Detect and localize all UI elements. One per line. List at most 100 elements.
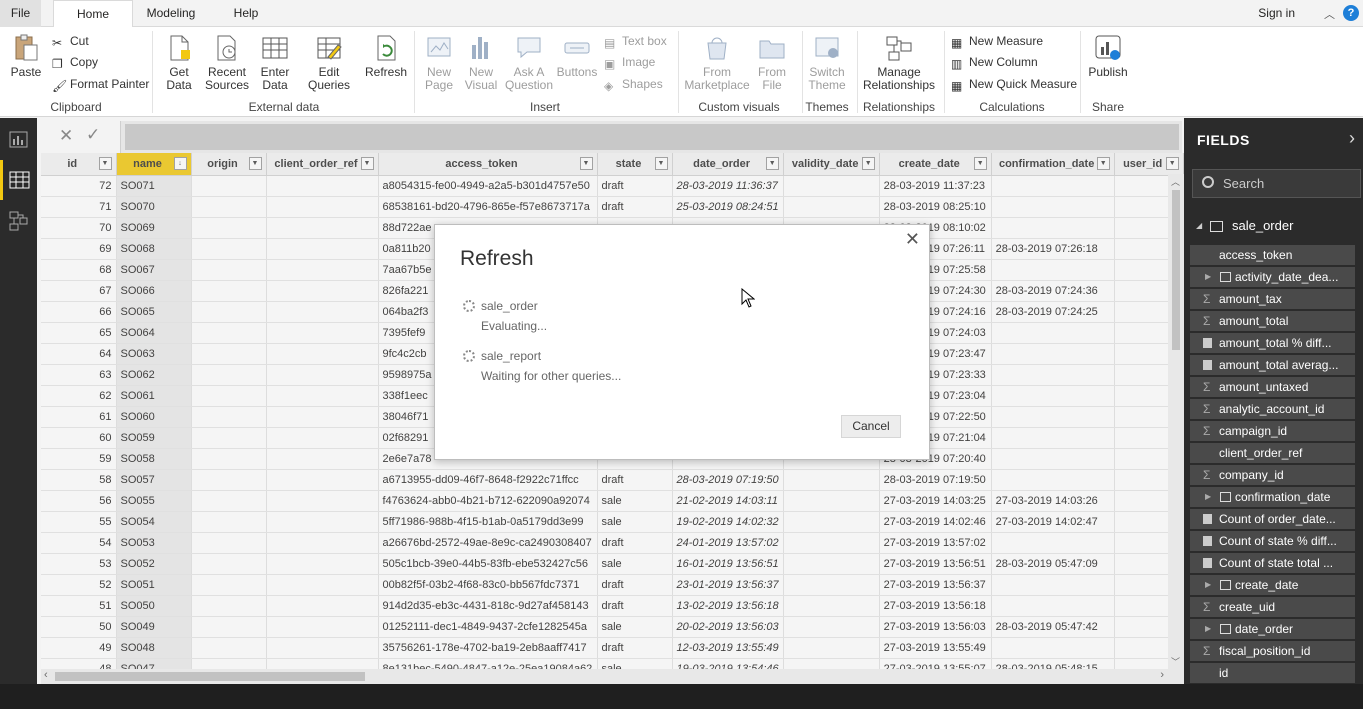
formula-input[interactable] <box>125 124 1179 150</box>
column-header[interactable]: state ▼ <box>597 153 673 176</box>
filter-dropdown-icon[interactable]: ▼ <box>360 157 374 170</box>
table-cell[interactable] <box>266 343 379 365</box>
help-icon[interactable]: ? <box>1343 5 1359 21</box>
table-cell[interactable]: 69 <box>41 238 117 260</box>
filter-dropdown-icon[interactable]: ▼ <box>861 157 875 170</box>
table-cell[interactable] <box>191 238 267 260</box>
field-item[interactable]: ▶ date_order <box>1190 619 1355 639</box>
horizontal-scrollbar[interactable]: ‹ › <box>41 669 1184 684</box>
table-cell[interactable] <box>991 595 1115 617</box>
field-item[interactable]: client_order_ref <box>1190 443 1355 463</box>
new-quick-measure-button[interactable]: ▦ New Quick Measure <box>951 77 1077 93</box>
field-item[interactable]: Count of state % diff... <box>1190 531 1355 551</box>
table-cell[interactable]: draft <box>597 196 673 218</box>
table-cell[interactable]: SO060 <box>116 406 192 428</box>
table-cell[interactable]: 28-03-2019 08:25:10 <box>879 196 992 218</box>
table-cell[interactable]: 35756261-178e-4702-ba19-2eb8aaff7417 <box>378 637 598 659</box>
get-data-button[interactable]: Get Data <box>160 33 198 92</box>
scroll-right-icon[interactable]: › <box>1160 669 1164 681</box>
table-cell[interactable] <box>191 553 267 575</box>
table-cell[interactable] <box>783 490 880 512</box>
table-cell[interactable] <box>266 448 379 470</box>
table-cell[interactable] <box>783 469 880 491</box>
table-cell[interactable]: SO069 <box>116 217 192 239</box>
column-header[interactable]: access_token ▼ <box>378 153 598 176</box>
table-cell[interactable] <box>191 532 267 554</box>
table-cell[interactable] <box>191 595 267 617</box>
field-item[interactable]: amount_total averag... <box>1190 355 1355 375</box>
field-item[interactable]: Σcompany_id <box>1190 465 1355 485</box>
table-cell[interactable]: SO071 <box>116 175 192 197</box>
from-marketplace-button[interactable]: From Marketplace <box>684 33 750 92</box>
expand-chevron-icon[interactable]: ▶ <box>1205 619 1211 639</box>
table-cell[interactable] <box>991 427 1115 449</box>
table-cell[interactable]: 27-03-2019 13:56:18 <box>879 595 992 617</box>
buttons-button[interactable]: Buttons <box>555 33 599 79</box>
column-header[interactable]: confirmation_date ▼ <box>991 153 1115 176</box>
table-cell[interactable] <box>991 175 1115 197</box>
table-cell[interactable]: 58 <box>41 469 117 491</box>
table-cell[interactable]: 54 <box>41 532 117 554</box>
table-cell[interactable] <box>266 301 379 323</box>
field-item[interactable]: Σamount_untaxed <box>1190 377 1355 397</box>
table-cell[interactable]: a8054315-fe00-4949-a2a5-b301d4757e50 <box>378 175 598 197</box>
table-cell[interactable]: a26676bd-2572-49ae-8e9c-ca2490308407 <box>378 532 598 554</box>
table-cell[interactable] <box>191 427 267 449</box>
cut-button[interactable]: ✂ Cut <box>52 34 89 50</box>
table-cell[interactable] <box>991 448 1115 470</box>
table-cell[interactable]: 5ff71986-988b-4f15-b1ab-0a5179dd3e99 <box>378 511 598 533</box>
table-cell[interactable]: 56 <box>41 490 117 512</box>
publish-button[interactable]: Publish <box>1086 33 1130 79</box>
tab-file[interactable]: File <box>0 0 41 27</box>
table-cell[interactable]: 505c1bcb-39e0-44b5-83fb-ebe532427c56 <box>378 553 598 575</box>
table-cell[interactable] <box>266 322 379 344</box>
table-row[interactable]: 51 SO050 914d2d35-eb3c-4431-818c-9d27af458… <box>41 595 1184 617</box>
table-cell[interactable]: 51 <box>41 595 117 617</box>
table-cell[interactable] <box>191 574 267 596</box>
table-cell[interactable]: 00b82f5f-03b2-4f68-83c0-bb567fdc7371 <box>378 574 598 596</box>
table-cell[interactable] <box>266 490 379 512</box>
table-cell[interactable]: 27-03-2019 13:55:49 <box>879 637 992 659</box>
table-cell[interactable] <box>191 280 267 302</box>
table-cell[interactable] <box>266 259 379 281</box>
table-cell[interactable] <box>783 175 880 197</box>
filter-dropdown-icon[interactable]: ↓ <box>173 157 187 170</box>
table-cell[interactable] <box>783 637 880 659</box>
field-item[interactable]: ▶ activity_date_dea... <box>1190 267 1355 287</box>
table-cell[interactable]: 27-03-2019 13:56:37 <box>879 574 992 596</box>
table-row[interactable]: 56 SO055 f4763624-abb0-4b21-b712-622090a92… <box>41 490 1184 512</box>
table-row[interactable]: 50 SO049 01252111-dec1-4849-9437-2cfe12825… <box>41 616 1184 638</box>
close-icon[interactable]: ✕ <box>905 229 920 250</box>
table-cell[interactable]: sale <box>597 511 673 533</box>
manage-relationships-button[interactable]: Manage Relationships <box>862 33 936 92</box>
table-cell[interactable]: 68 <box>41 259 117 281</box>
scroll-up-icon[interactable]: ︿ <box>1171 175 1180 188</box>
table-cell[interactable]: 28-03-2019 11:37:23 <box>879 175 992 197</box>
edit-queries-button[interactable]: Edit Queries <box>303 33 355 92</box>
table-cell[interactable]: a6713955-dd09-46f7-8648-f2922c71ffcc <box>378 469 598 491</box>
scroll-left-icon[interactable]: ‹ <box>44 669 48 681</box>
table-cell[interactable]: 27-03-2019 13:56:51 <box>879 553 992 575</box>
table-cell[interactable]: 28-03-2019 07:26:18 <box>991 238 1115 260</box>
table-cell[interactable]: 21-02-2019 14:03:11 <box>672 490 784 512</box>
table-cell[interactable] <box>266 553 379 575</box>
vertical-scroll-thumb[interactable] <box>1172 190 1180 350</box>
table-cell[interactable]: SO053 <box>116 532 192 554</box>
scroll-down-icon[interactable]: ﹀ <box>1171 655 1180 668</box>
table-row[interactable]: 52 SO051 00b82f5f-03b2-4f68-83c0-bb567fdc7… <box>41 574 1184 596</box>
recent-sources-button[interactable]: Recent Sources <box>202 33 252 92</box>
table-cell[interactable]: 13-02-2019 13:56:18 <box>672 595 784 617</box>
table-cell[interactable] <box>266 406 379 428</box>
table-cell[interactable] <box>991 322 1115 344</box>
table-cell[interactable]: SO057 <box>116 469 192 491</box>
table-cell[interactable]: 28-03-2019 07:19:50 <box>879 469 992 491</box>
table-cell[interactable] <box>191 511 267 533</box>
table-cell[interactable]: 65 <box>41 322 117 344</box>
table-cell[interactable]: SO067 <box>116 259 192 281</box>
ask-a-question-button[interactable]: Ask A Question <box>505 33 553 92</box>
table-cell[interactable]: SO064 <box>116 322 192 344</box>
table-cell[interactable]: 914d2d35-eb3c-4431-818c-9d27af458143 <box>378 595 598 617</box>
table-cell[interactable]: draft <box>597 469 673 491</box>
table-cell[interactable]: SO061 <box>116 385 192 407</box>
table-cell[interactable] <box>266 511 379 533</box>
